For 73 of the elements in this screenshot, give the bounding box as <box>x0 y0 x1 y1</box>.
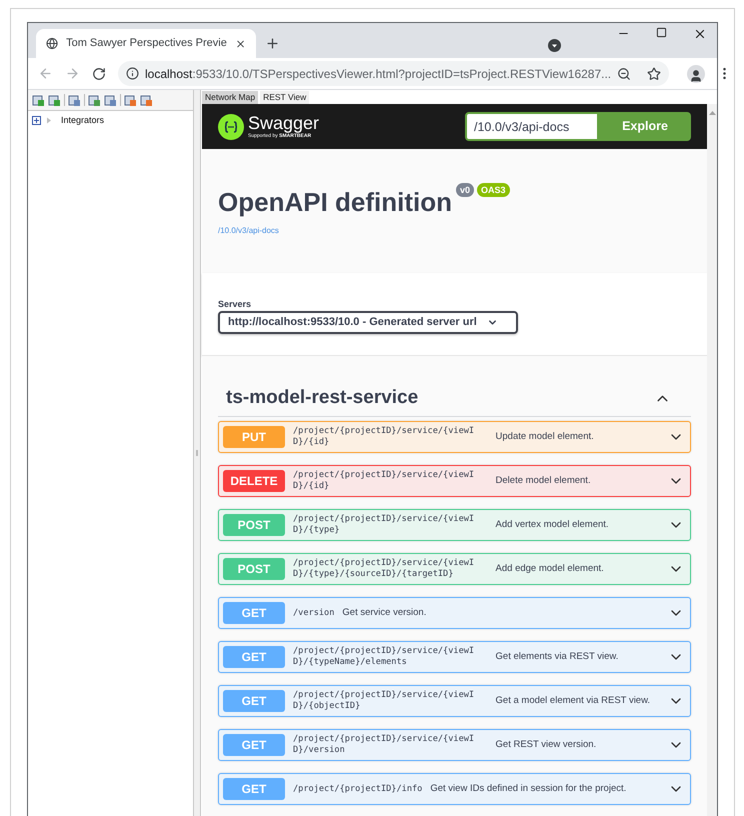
operation-row[interactable]: GET /version Get service version. <box>218 597 691 629</box>
operation-row[interactable]: POST /project/{projectID}/service/{viewID}/{type} Add vertex model element. <box>218 509 691 541</box>
zoom-icon[interactable] <box>617 66 632 80</box>
api-title: OpenAPI definition <box>218 187 452 217</box>
new-tab-icon[interactable] <box>265 36 280 51</box>
url-field[interactable]: /10.0/v3/api-docs <box>465 112 599 141</box>
url-text: localhost:9533/10.0/TSPerspectivesViewer.html?projectID=tsProject.RESTView16287... <box>145 66 612 82</box>
method-badge: GET <box>223 646 285 668</box>
close-icon[interactable] <box>693 27 707 41</box>
triangle-icon <box>46 117 52 124</box>
operation-row[interactable]: PUT /project/{projectID}/service/{viewID}/{id} Update model element. <box>218 421 691 453</box>
star-icon[interactable] <box>647 66 662 80</box>
address-bar[interactable]: localhost:9533/10.0/TSPerspectivesViewer.html?projectID=tsProject.RESTView16287... <box>118 61 670 86</box>
view-tab[interactable]: REST View <box>260 91 310 104</box>
operation-summary: Get view IDs defined in session for the project. <box>430 782 628 796</box>
operation-summary: Update model element. <box>496 430 595 444</box>
operation-path: /project/{projectID}/service/{viewID}/{id} <box>293 470 476 492</box>
operation-row[interactable]: DELETE /project/{projectID}/service/{viewID}/{id} Delete model element. <box>218 465 691 497</box>
expand-icon[interactable] <box>32 116 41 126</box>
swagger-logo-text: Swagger <box>248 113 320 133</box>
operation-path: /project/{projectID}/service/{viewID}/{id} <box>293 426 476 448</box>
profile-avatar[interactable] <box>687 64 706 82</box>
operation-row[interactable]: GET /project/{projectID}/service/{viewID}/version Get REST view version. <box>218 729 691 761</box>
operation-summary: Get service version. <box>342 606 428 620</box>
operation-path: /project/{projectID}/service/{viewID}/{objectID} <box>293 690 476 712</box>
browser-tab[interactable]: Tom Sawyer Perspectives Previe <box>36 29 256 58</box>
operation-summary: Add edge model element. <box>496 562 605 576</box>
maximize-icon[interactable] <box>656 27 667 38</box>
version-badge: v0 <box>456 183 474 197</box>
operation-path: /project/{projectID}/service/{viewID}/version <box>293 734 476 756</box>
toolbar-icon[interactable] <box>104 94 117 106</box>
operation-summary: Get REST view version. <box>496 738 598 752</box>
method-badge: POST <box>223 514 285 536</box>
operation-path: /project/{projectID}/service/{viewID}/{typeName}/elements <box>293 646 476 668</box>
oas-badge: OAS3 <box>477 183 510 197</box>
operation-path: /project/{projectID}/service/{viewID}/{type}/{sourceID}/{targetID} <box>293 558 476 580</box>
method-badge: DELETE <box>223 470 285 492</box>
method-badge: POST <box>223 558 285 580</box>
servers-select[interactable]: http://localhost:9533/10.0 - Generated server url <box>218 311 518 334</box>
operation-row[interactable]: POST /project/{projectID}/service/{viewID}/{type}/{sourceID}/{targetID} Add edge model element. <box>218 553 691 585</box>
method-badge: PUT <box>223 426 285 448</box>
view-tab[interactable]: Network Map <box>202 91 258 104</box>
operation-summary: Delete model element. <box>496 474 592 488</box>
tree-item[interactable]: Integrators <box>61 114 104 128</box>
toolbar-icon[interactable] <box>140 94 153 106</box>
swagger-logo-icon <box>218 114 244 140</box>
toolbar-icon[interactable] <box>124 94 137 106</box>
toolbar-icon[interactable] <box>68 94 81 106</box>
operation-path: /project/{projectID}/service/{viewID}/{type} <box>293 514 476 536</box>
operation-path: /project/{projectID}/info <box>293 784 422 794</box>
tab-title: Tom Sawyer Perspectives Previe <box>66 36 227 52</box>
close-icon[interactable] <box>234 38 246 50</box>
method-badge: GET <box>223 602 285 624</box>
operation-summary: Get a model element via REST view. <box>496 694 652 708</box>
globe-icon <box>46 37 58 50</box>
operation-summary: Get elements via REST view. <box>496 650 620 664</box>
dropdown-icon[interactable] <box>548 39 561 52</box>
method-badge: GET <box>223 690 285 712</box>
toolbar-icon[interactable] <box>88 94 101 106</box>
reload-icon[interactable] <box>92 66 106 80</box>
method-badge: GET <box>223 778 285 800</box>
operation-path: /version <box>293 608 334 618</box>
tag-header[interactable]: ts-model-rest-service <box>218 380 691 417</box>
servers-label: Servers <box>218 299 252 310</box>
operation-row[interactable]: GET /project/{projectID}/service/{viewID}/{objectID} Get a model element via REST view. <box>218 685 691 717</box>
operation-summary: Add vertex model element. <box>496 518 610 532</box>
operation-row[interactable]: GET /project/{projectID}/service/{viewID}/{typeName}/elements Get elements via REST view. <box>218 641 691 673</box>
splitter-handle[interactable] <box>196 450 198 456</box>
info-icon <box>126 67 139 80</box>
toolbar-icon[interactable] <box>48 94 61 106</box>
operation-row[interactable]: GET /project/{projectID}/info Get view IDs defined in session for the project. <box>218 773 691 805</box>
method-badge: GET <box>223 734 285 756</box>
toolbar-icon[interactable] <box>32 94 45 106</box>
